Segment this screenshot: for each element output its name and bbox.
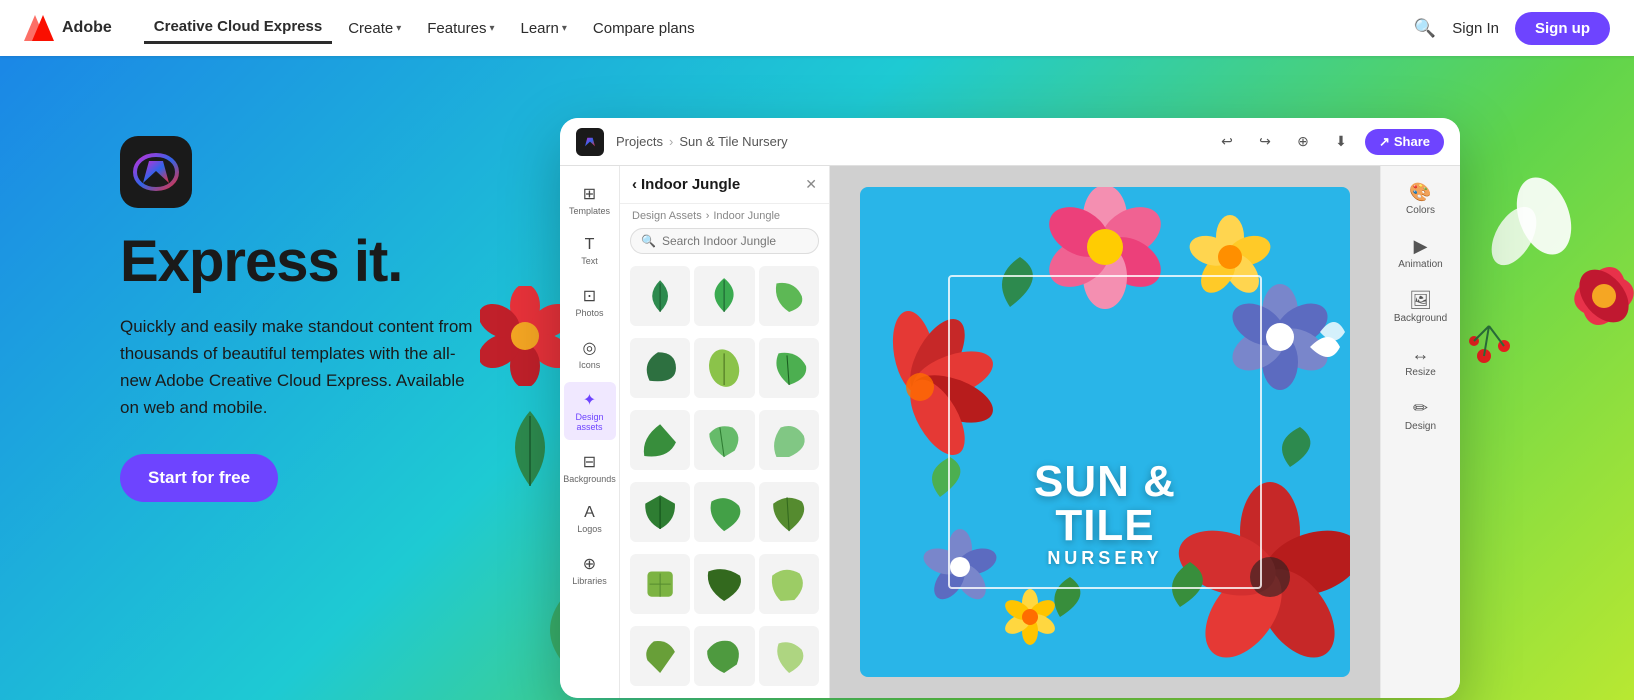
sidebar-item-logos[interactable]: A Logos — [564, 496, 616, 542]
cc-express-icon — [133, 151, 179, 193]
panel-asset-item[interactable] — [630, 482, 690, 542]
panel-asset-item[interactable] — [630, 554, 690, 614]
nav-links: Creative Cloud Express Create ▾ Features… — [144, 12, 1414, 44]
panel-asset-item[interactable] — [759, 626, 819, 686]
panel-asset-item[interactable] — [759, 482, 819, 542]
canvas-sub-text: NURSERY — [983, 548, 1228, 569]
panel-search-bar[interactable]: 🔍 — [630, 228, 819, 254]
animation-icon: ▶ — [1414, 236, 1428, 257]
canvas-main-text: SUN & TILE — [983, 460, 1228, 548]
nav-create[interactable]: Create ▾ — [338, 14, 411, 43]
background-icon: 🖼 — [1409, 290, 1432, 311]
panel-asset-item[interactable] — [694, 410, 754, 470]
text-icon: T — [585, 236, 595, 254]
panel-asset-item[interactable] — [630, 266, 690, 326]
canvas-text-overlay: SUN & TILE NURSERY — [983, 460, 1228, 569]
hero-content: Express it. Quickly and easily make stan… — [120, 136, 540, 502]
hero-title: Express it. — [120, 232, 540, 293]
search-button[interactable]: 🔍 — [1414, 18, 1436, 39]
nav-learn[interactable]: Learn ▾ — [510, 14, 576, 43]
app-breadcrumb: Projects › Sun & Tile Nursery — [616, 134, 1201, 149]
panel-asset-item[interactable] — [694, 554, 754, 614]
adobe-text: Adobe — [62, 19, 112, 37]
sign-up-button[interactable]: Sign up — [1515, 12, 1610, 45]
sidebar-item-templates[interactable]: ⊞ Templates — [564, 176, 616, 224]
panel-asset-item[interactable] — [630, 626, 690, 686]
panel-asset-item[interactable] — [759, 554, 819, 614]
panel-asset-item[interactable] — [694, 266, 754, 326]
app-body: ⊞ Templates T Text ⊡ Photos ◎ Icons ✦ — [560, 166, 1460, 698]
sidebar-item-libraries[interactable]: ⊕ Libraries — [564, 546, 616, 594]
design-assets-icon: ✦ — [583, 390, 596, 410]
logos-icon: A — [584, 504, 595, 522]
panel-asset-item[interactable] — [759, 338, 819, 398]
share-icon: ↗ — [1379, 134, 1390, 150]
sidebar-item-text[interactable]: T Text — [564, 228, 616, 274]
canvas-design: SUN & TILE NURSERY — [860, 187, 1350, 677]
nav-features[interactable]: Features ▾ — [417, 14, 504, 43]
panel-title: ‹ Indoor Jungle — [632, 176, 740, 193]
design-icon: ✏ — [1413, 398, 1428, 419]
share-button[interactable]: ↗ Share — [1365, 129, 1444, 155]
panel-asset-item[interactable] — [759, 266, 819, 326]
panel-asset-grid — [620, 262, 829, 698]
panel-close-button[interactable]: ✕ — [805, 176, 817, 193]
app-screenshot: Projects › Sun & Tile Nursery ↩ ↪ ⊕ ⬇ ↗ … — [560, 118, 1460, 698]
prop-resize[interactable]: ↔ Resize — [1387, 338, 1455, 384]
libraries-icon: ⊕ — [583, 554, 596, 574]
hero-description: Quickly and easily make standout content… — [120, 313, 480, 422]
panel-asset-item[interactable] — [630, 410, 690, 470]
photos-icon: ⊡ — [583, 286, 596, 306]
panel-asset-item[interactable] — [630, 338, 690, 398]
app-panel: ‹ Indoor Jungle ✕ Design Assets › Indoor… — [620, 166, 830, 698]
app-topbar: Projects › Sun & Tile Nursery ↩ ↪ ⊕ ⬇ ↗ … — [560, 118, 1460, 166]
app-icon — [120, 136, 192, 208]
colors-icon: 🎨 — [1409, 182, 1431, 203]
app-canvas[interactable]: SUN & TILE NURSERY — [830, 166, 1380, 698]
nav-compare-plans[interactable]: Compare plans — [583, 14, 705, 43]
adobe-icon — [24, 15, 54, 41]
panel-search-input[interactable] — [662, 234, 808, 248]
resize-icon: ↔ — [1412, 344, 1430, 365]
nav-right-actions: 🔍 Sign In Sign up — [1414, 12, 1610, 45]
prop-colors[interactable]: 🎨 Colors — [1387, 176, 1455, 222]
sign-in-button[interactable]: Sign In — [1452, 20, 1499, 37]
panel-breadcrumb: Design Assets › Indoor Jungle — [620, 204, 829, 228]
undo-button[interactable]: ↩ — [1213, 128, 1241, 156]
logo[interactable]: Adobe — [24, 15, 112, 41]
decorative-right-flowers — [1454, 156, 1634, 396]
navigation: Adobe Creative Cloud Express Create ▾ Fe… — [0, 0, 1634, 56]
prop-background[interactable]: 🖼 Background — [1387, 284, 1455, 330]
zoom-button[interactable]: ⊕ — [1289, 128, 1317, 156]
sidebar-item-icons[interactable]: ◎ Icons — [564, 330, 616, 378]
search-icon: 🔍 — [641, 234, 656, 248]
nav-creative-cloud-express[interactable]: Creative Cloud Express — [144, 12, 332, 44]
app-topbar-logo — [576, 128, 604, 156]
panel-header: ‹ Indoor Jungle ✕ — [620, 166, 829, 204]
panel-asset-item[interactable] — [759, 410, 819, 470]
hero-cta-button[interactable]: Start for free — [120, 454, 278, 502]
app-sidebar-icons: ⊞ Templates T Text ⊡ Photos ◎ Icons ✦ — [560, 166, 620, 698]
prop-animation[interactable]: ▶ Animation — [1387, 230, 1455, 276]
download-button[interactable]: ⬇ — [1327, 128, 1355, 156]
sidebar-item-design-assets[interactable]: ✦ Design assets — [564, 382, 616, 440]
hero-section: Express it. Quickly and easily make stan… — [0, 56, 1634, 700]
icons-icon: ◎ — [583, 338, 597, 358]
backgrounds-icon: ⊟ — [583, 452, 596, 472]
app-topbar-actions: ↩ ↪ ⊕ ⬇ ↗ Share — [1213, 128, 1444, 156]
sidebar-item-backgrounds[interactable]: ⊟ Backgrounds — [564, 444, 616, 492]
prop-design[interactable]: ✏ Design — [1387, 392, 1455, 438]
templates-icon: ⊞ — [583, 184, 596, 204]
panel-asset-item[interactable] — [694, 626, 754, 686]
panel-asset-item[interactable] — [694, 482, 754, 542]
sidebar-item-photos[interactable]: ⊡ Photos — [564, 278, 616, 326]
redo-button[interactable]: ↪ — [1251, 128, 1279, 156]
panel-asset-item[interactable] — [694, 338, 754, 398]
app-right-props: 🎨 Colors ▶ Animation 🖼 Background ↔ Resi… — [1380, 166, 1460, 698]
